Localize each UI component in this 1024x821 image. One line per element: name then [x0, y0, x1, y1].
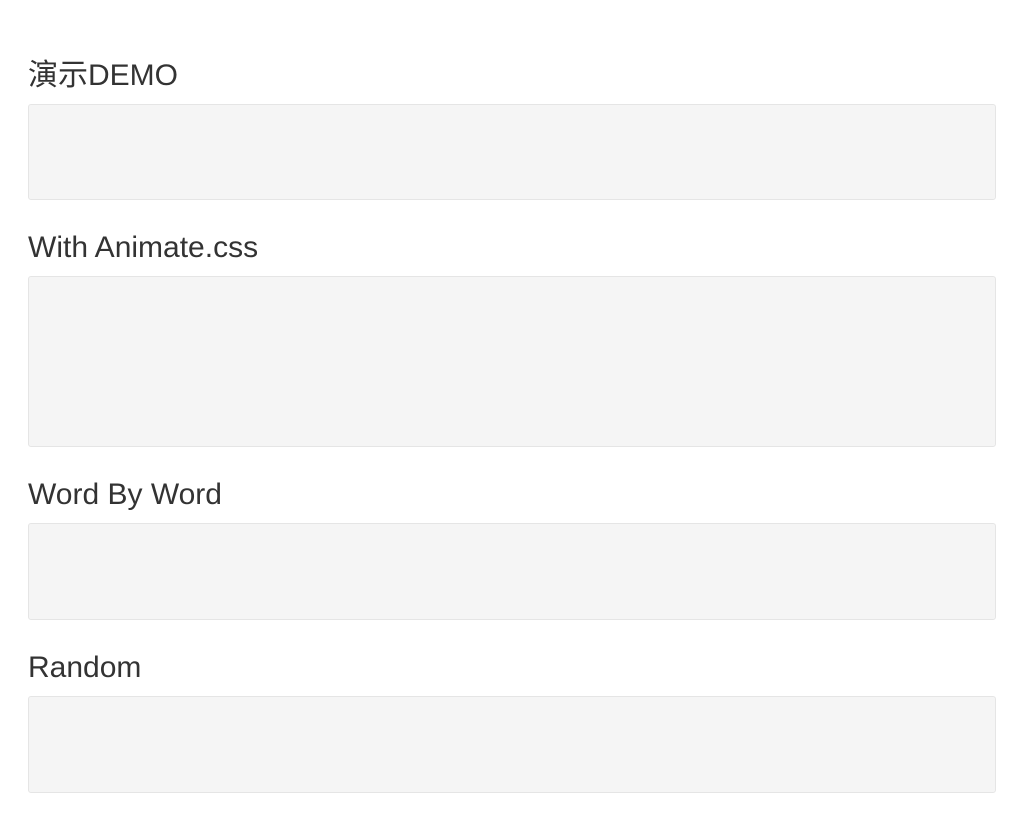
heading-animate-css: With Animate.css	[28, 200, 996, 276]
section-random: Random	[28, 620, 996, 793]
demo-panel-3	[28, 523, 996, 620]
section-demo: 演示DEMO	[28, 28, 996, 200]
heading-demo: 演示DEMO	[28, 28, 996, 104]
heading-word-by-word: Word By Word	[28, 447, 996, 523]
section-word-by-word: Word By Word	[28, 447, 996, 620]
demo-panel-1	[28, 104, 996, 200]
demo-panel-4	[28, 696, 996, 793]
section-animate-css: With Animate.css	[28, 200, 996, 447]
demo-panel-2	[28, 276, 996, 447]
heading-random: Random	[28, 620, 996, 696]
